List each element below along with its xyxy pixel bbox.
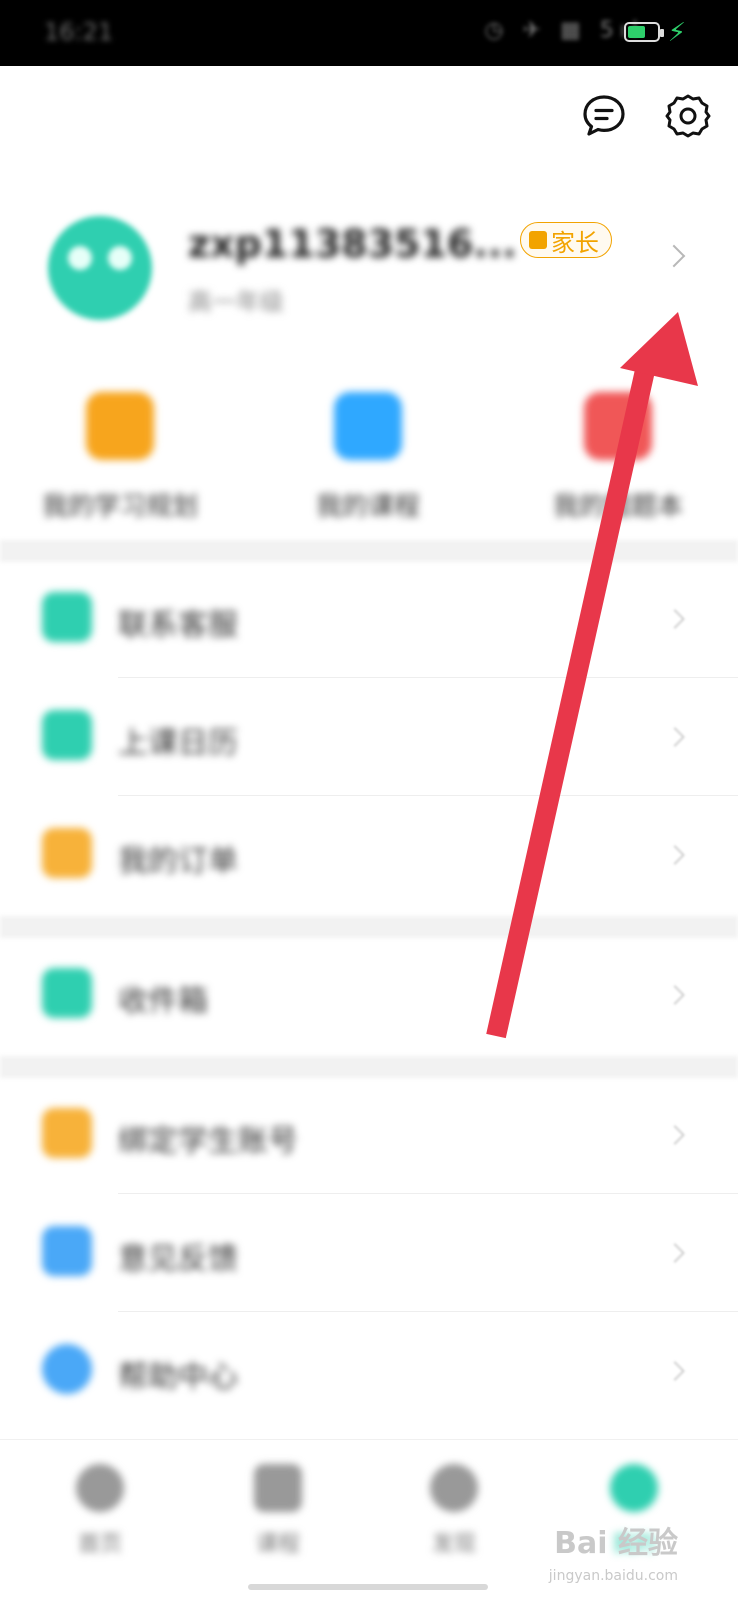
tab-home[interactable]: 首页 <box>40 1464 160 1558</box>
chevron-right-icon <box>665 609 685 629</box>
avatar[interactable] <box>48 216 152 320</box>
chevron-right-icon <box>665 1243 685 1263</box>
home-indicator[interactable] <box>248 1584 488 1590</box>
status-icons: ◷ ✈ ▦ 5ıl <box>484 18 644 43</box>
help-icon <box>42 1344 92 1394</box>
menu-item-customer-service[interactable]: 联系客服 <box>0 560 738 678</box>
quick-action-study-plan[interactable]: 我的学习规划 <box>10 392 230 523</box>
menu-item-help-center[interactable]: 帮助中心 <box>0 1312 738 1430</box>
status-time: 16:21 <box>44 18 114 46</box>
username: zxp11383516... <box>188 222 517 266</box>
quick-action-course[interactable]: 我的课程 <box>258 392 478 523</box>
menu-item-feedback[interactable]: 意见反馈 <box>0 1194 738 1312</box>
profile-card[interactable]: zxp11383516... 高一年级 <box>0 204 738 334</box>
menu-item-my-orders[interactable]: 我的订单 <box>0 796 738 914</box>
study-plan-icon <box>86 392 154 460</box>
quick-action-wrong-book[interactable]: 我的错题本 <box>508 392 728 523</box>
tab-label: 课程 <box>255 1532 300 1557</box>
menu-item-bind-student[interactable]: 绑定学生账号 <box>0 1076 738 1194</box>
menu-item-inbox[interactable]: 收件箱 <box>0 936 738 1054</box>
inbox-icon <box>42 968 92 1018</box>
role-badge: 家长 <box>520 222 612 258</box>
course-tab-icon <box>254 1464 302 1512</box>
quick-action-label: 我的错题本 <box>552 492 683 522</box>
service-icon <box>42 592 92 642</box>
menu-item-label: 上课日历 <box>118 726 238 761</box>
gear-icon[interactable] <box>664 92 712 140</box>
battery-level <box>628 26 645 38</box>
quick-action-label: 我的课程 <box>315 492 420 522</box>
calendar-icon <box>42 710 92 760</box>
status-bar: 16:21 ◷ ✈ ▦ 5ıl ⚡ <box>0 0 738 66</box>
section-divider <box>0 916 738 938</box>
menu-item-class-calendar[interactable]: 上课日历 <box>0 678 738 796</box>
chevron-right-icon <box>665 1361 685 1381</box>
tab-discover[interactable]: 发现 <box>394 1464 514 1558</box>
parent-icon <box>529 231 547 249</box>
battery-icon <box>624 22 664 42</box>
section-divider <box>0 1056 738 1078</box>
tab-label: 首页 <box>77 1532 122 1557</box>
quick-action-label: 我的学习规划 <box>41 492 198 522</box>
chevron-right-icon <box>665 727 685 747</box>
menu-item-label: 我的订单 <box>118 844 238 879</box>
feedback-icon <box>42 1226 92 1276</box>
role-badge-label: 家长 <box>551 228 599 257</box>
message-icon[interactable] <box>580 92 628 140</box>
tab-label: 发现 <box>431 1532 476 1557</box>
order-icon <box>42 828 92 878</box>
profile-tab-icon <box>610 1464 658 1512</box>
menu-item-label: 收件箱 <box>118 984 208 1019</box>
chevron-right-icon <box>665 845 685 865</box>
quick-actions: 我的学习规划 我的课程 我的错题本 <box>0 392 738 542</box>
watermark-url: jingyan.baidu.com <box>548 1568 678 1584</box>
grade-label: 高一年级 <box>188 288 284 316</box>
watermark: Bai 经验 <box>554 1526 678 1561</box>
top-actions <box>580 92 712 140</box>
tab-course[interactable]: 课程 <box>218 1464 338 1558</box>
chevron-right-icon <box>665 985 685 1005</box>
menu-item-label: 绑定学生账号 <box>118 1124 298 1159</box>
home-icon <box>76 1464 124 1512</box>
charging-icon: ⚡ <box>667 18 686 48</box>
course-icon <box>334 392 402 460</box>
menu-item-label: 联系客服 <box>118 608 238 643</box>
section-divider <box>0 540 738 562</box>
wrong-book-icon <box>584 392 652 460</box>
chevron-right-icon <box>665 1125 685 1145</box>
menu-item-label: 帮助中心 <box>118 1360 238 1395</box>
menu-item-label: 意见反馈 <box>118 1242 238 1277</box>
link-icon <box>42 1108 92 1158</box>
discover-icon <box>430 1464 478 1512</box>
